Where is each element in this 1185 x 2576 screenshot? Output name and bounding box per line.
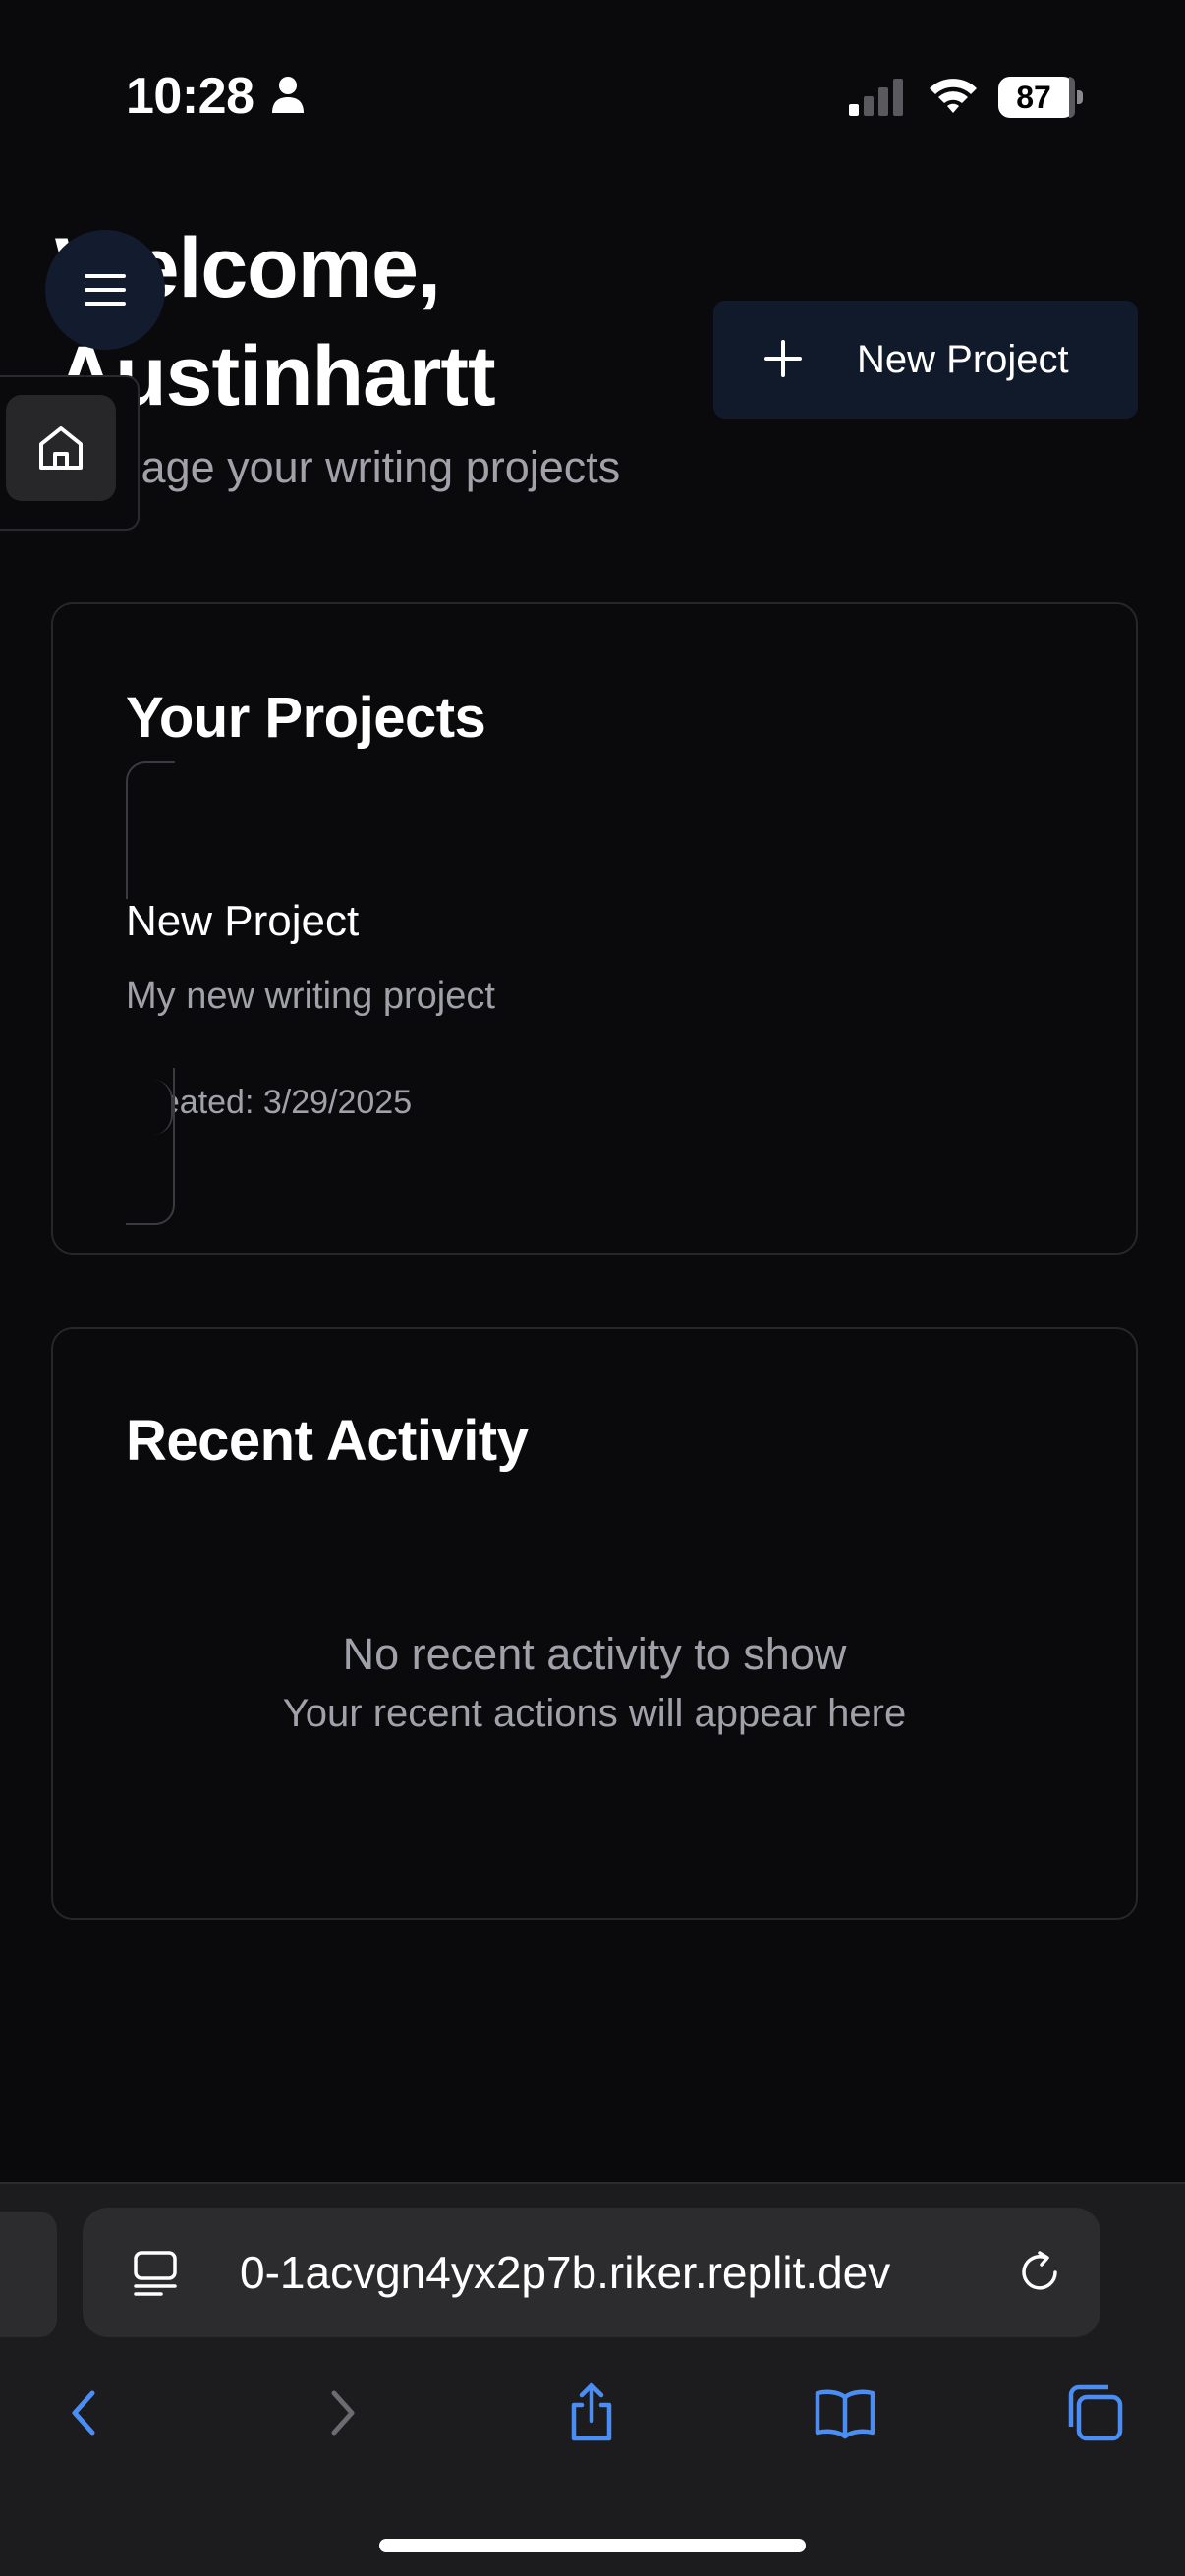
reload-icon[interactable] <box>1016 2249 1063 2296</box>
address-bar[interactable]: 0-1acvgn4yx2p7b.riker.replit.dev <box>83 2208 1100 2337</box>
back-button[interactable] <box>45 2374 124 2452</box>
empty-state-subtitle: Your recent actions will appear here <box>282 1692 907 1735</box>
new-project-button[interactable]: New Project <box>713 301 1138 419</box>
cellular-signal-icon <box>849 79 903 116</box>
person-icon <box>272 77 304 113</box>
activity-card: Recent Activity No recent activity to sh… <box>51 1327 1138 1920</box>
forward-button[interactable] <box>303 2374 381 2452</box>
menu-button[interactable] <box>45 230 165 350</box>
url-text: 0-1acvgn4yx2p7b.riker.replit.dev <box>240 2247 891 2298</box>
projects-title: Your Projects <box>126 686 486 750</box>
page-subtitle: Manage your writing projects <box>55 442 621 492</box>
projects-card: Your Projects New Project My new writing… <box>51 602 1138 1255</box>
new-project-label: New Project <box>857 338 1069 381</box>
battery-icon: 87 <box>998 77 1083 118</box>
wifi-icon <box>930 79 977 113</box>
empty-state-title: No recent activity to show <box>342 1629 847 1679</box>
project-name: New Project <box>126 897 360 945</box>
menu-icon <box>85 274 126 306</box>
plus-icon <box>764 340 802 377</box>
status-bar: 10:28 87 <box>0 0 1185 187</box>
forward-icon <box>331 2390 355 2436</box>
page-menu-icon[interactable] <box>132 2249 179 2298</box>
project-card[interactable]: New Project My new writing project Creat… <box>126 761 1010 1233</box>
home-indicator <box>379 2539 806 2552</box>
bookmarks-icon <box>815 2389 875 2439</box>
project-description: My new writing project <box>126 976 495 1017</box>
back-icon <box>72 2390 95 2436</box>
side-nav <box>0 375 140 531</box>
battery-level: 87 <box>1016 80 1051 115</box>
share-icon <box>571 2382 612 2441</box>
username: Austinhartt <box>55 329 496 423</box>
share-button[interactable] <box>552 2374 631 2452</box>
home-icon <box>39 426 83 470</box>
tabs-icon <box>1068 2384 1123 2441</box>
bookmarks-button[interactable] <box>806 2374 884 2452</box>
empty-state: No recent activity to show Your recent a… <box>53 1624 1136 1742</box>
tabs-button[interactable] <box>1055 2374 1134 2452</box>
browser-toolbar: 0-1acvgn4yx2p7b.riker.replit.dev <box>0 2182 1185 2576</box>
status-time: 10:28 <box>126 68 254 125</box>
activity-title: Recent Activity <box>126 1409 529 1473</box>
previous-tab[interactable] <box>0 2212 57 2337</box>
home-button[interactable] <box>6 395 116 501</box>
